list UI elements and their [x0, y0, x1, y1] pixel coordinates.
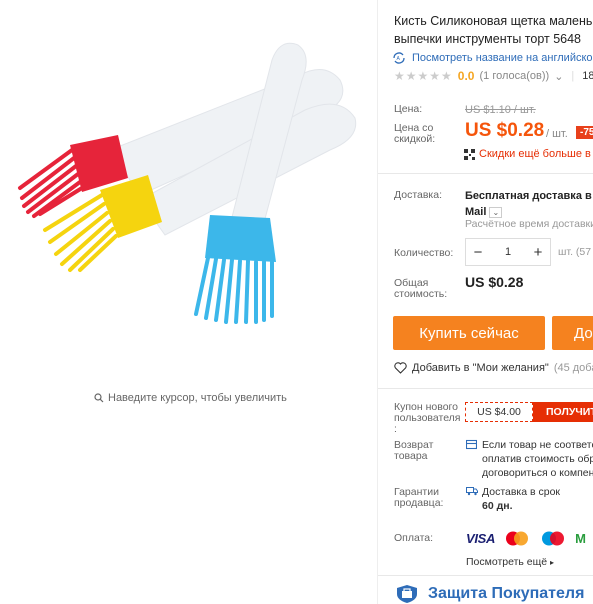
coupon-label-line3: :	[394, 423, 397, 435]
translate-link-text: Посмотреть название на английско	[412, 52, 593, 64]
divider	[378, 575, 593, 576]
shipping-label: Доставка:	[394, 189, 443, 201]
discount-price-label-line2: скидкой:	[394, 133, 436, 145]
guarantee-days: 60 дн.	[482, 500, 513, 512]
chevron-down-icon[interactable]: ⌄	[489, 207, 503, 218]
zoom-hint-text: Наведите курсор, чтобы увеличить	[108, 392, 287, 404]
rating-votes[interactable]: (1 голоса(ов))	[479, 70, 549, 82]
available-stock: шт. (57 н	[558, 246, 593, 258]
rating-row: ★★★★★ 0.0 (1 голоса(ов)) ⌄ | 180 з	[394, 69, 593, 83]
more-payment-text: Посмотреть ещё	[466, 556, 548, 568]
total-price: US $0.28	[465, 274, 524, 290]
maestro-icon	[542, 531, 565, 546]
translate-icon: A	[393, 52, 405, 64]
get-coupon-button[interactable]: ПОЛУЧИТ	[533, 402, 593, 422]
total-label-line2: стоимость:	[394, 288, 448, 300]
product-title: Кисть Силиконовая щетка малень выпечки и…	[394, 12, 593, 48]
current-price: US $0.28	[465, 120, 545, 141]
rating-stars-icon: ★★★★★	[394, 69, 453, 83]
guarantee-label-line2: продавца:	[394, 497, 444, 509]
wishlist-text: Добавить в "Мои желания"	[412, 362, 549, 374]
quantity-decrease-button[interactable]: −	[472, 244, 484, 261]
product-info-panel: Кисть Силиконовая щетка малень выпечки и…	[377, 0, 593, 604]
svg-text:A: A	[397, 56, 401, 62]
app-promo-text: Скидки ещё больше в п	[479, 148, 593, 160]
orders-count: 180 з	[582, 70, 593, 82]
returns-label: Возврат товара	[394, 440, 433, 462]
total-label: Общая стоимость:	[394, 278, 447, 300]
wishlist-link[interactable]: Добавить в "Мои желания" (45 добав	[394, 362, 593, 374]
wishlist-count: (45 добав	[553, 362, 593, 374]
guarantee-info: Доставка в срок 60 дн.	[482, 485, 560, 513]
coupon-label: Купон нового пользователя :	[394, 402, 461, 435]
buy-now-button[interactable]: Купить сейчас	[393, 316, 545, 350]
quantity-input[interactable]: 1	[505, 246, 511, 258]
magnifier-icon	[94, 393, 104, 403]
shipping-estimate: Расчётное время доставки	[465, 218, 593, 230]
product-title-line1: Кисть Силиконовая щетка малень	[394, 14, 593, 28]
more-payment-icon: M	[575, 531, 586, 546]
heart-icon	[394, 362, 407, 374]
product-title-line2: выпечки инструменты торт 5648	[394, 32, 581, 46]
payment-methods: VISA M	[466, 530, 586, 547]
old-price: US $1.10 / шт.	[465, 104, 536, 116]
payment-label: Оплата:	[394, 532, 434, 544]
returns-info: Если товар не соответс оплатив стоимость…	[482, 438, 593, 480]
divider: |	[571, 70, 575, 82]
mastercard-icon	[506, 531, 529, 546]
guarantee-info-line1: Доставка в срок	[482, 486, 561, 498]
discount-price-label: Цена со скидкой:	[394, 123, 435, 145]
returns-label-line2: товара	[394, 450, 428, 462]
divider	[378, 388, 593, 389]
price-label: Цена:	[394, 103, 423, 115]
rating-value: 0.0	[457, 69, 475, 83]
silicone-brushes-image	[18, 42, 357, 324]
buyer-protection-icon	[397, 585, 417, 603]
delivery-truck-icon	[466, 487, 478, 496]
returns-info-line1: Если товар не соответс	[482, 439, 593, 451]
chevron-down-icon[interactable]: ⌄	[554, 70, 563, 83]
qr-code-icon	[464, 148, 475, 160]
discount-badge: -75	[576, 126, 593, 139]
add-to-cart-button[interactable]: До	[552, 316, 593, 350]
buyer-protection-title: Защита Покупателя	[428, 585, 585, 602]
per-unit: / шт.	[546, 128, 568, 140]
return-policy-icon	[466, 439, 477, 450]
app-promo-link[interactable]: Скидки ещё больше в п	[464, 148, 593, 160]
buyer-protection[interactable]: Защита Покупателя	[394, 584, 584, 604]
coupon-amount: US $4.00	[465, 402, 533, 422]
guarantee-label: Гарантии продавца:	[394, 487, 443, 509]
more-payment-link[interactable]: Посмотреть ещё ▸	[466, 556, 554, 568]
zoom-hint: Наведите курсор, чтобы увеличить	[94, 392, 287, 404]
translate-title-link[interactable]: A Посмотреть название на английско	[392, 52, 593, 64]
shipping-method-name: Mail	[465, 206, 487, 218]
quantity-stepper: − 1 +	[465, 238, 551, 266]
shipping-value[interactable]: Бесплатная доставка в R Mail ⌄	[465, 188, 593, 220]
quantity-label: Количество:	[394, 247, 454, 259]
visa-icon: VISA	[466, 531, 496, 546]
chevron-right-icon: ▸	[550, 558, 555, 567]
returns-info-line2: оплатив стоимость обр	[482, 453, 593, 465]
product-image[interactable]	[0, 0, 376, 386]
divider	[378, 173, 593, 174]
returns-info-line3: договориться о компен	[482, 467, 593, 479]
quantity-increase-button[interactable]: +	[532, 244, 544, 261]
shipping-value-line1: Бесплатная доставка в R	[465, 190, 593, 202]
coupon-label-line2: пользователя	[394, 412, 461, 424]
